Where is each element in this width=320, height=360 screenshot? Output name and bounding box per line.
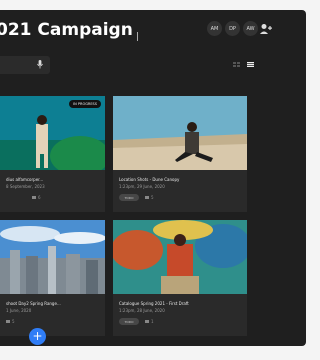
card-date: 1:23pm, 28 June, 2020: [119, 308, 165, 313]
card-title: shoot Day2 Spring Range...: [6, 301, 61, 306]
status-pill: TODO: [119, 318, 139, 325]
view-toggle: [233, 62, 254, 67]
shoot-thumbnail: [113, 220, 247, 294]
comment-icon: [145, 319, 149, 323]
shoot-card[interactable]: Catalogue Spring 2021 - First Draft 1:23…: [113, 220, 247, 336]
avatar[interactable]: DP: [225, 21, 240, 36]
comment-icon: [145, 195, 149, 199]
add-user-icon[interactable]: [259, 22, 272, 35]
comment-count: 6: [32, 195, 41, 200]
status-pill: TODO: [119, 194, 139, 201]
add-button[interactable]: +: [29, 328, 46, 345]
shoot-thumbnail: [0, 220, 105, 294]
app-window: 021 Campaign AM DP AW IN PROGRESS dius a…: [0, 10, 306, 346]
comment-count-label: 5: [151, 195, 154, 200]
shoot-thumbnail: [113, 96, 247, 170]
comment-icon: [6, 319, 10, 323]
card-date: 1:23pm, 29 June, 2020: [119, 184, 165, 189]
comment-count-label: 6: [38, 195, 41, 200]
card-title: dius alfamcorper...: [6, 177, 44, 182]
page-title: 021 Campaign: [0, 20, 133, 40]
shoot-card[interactable]: Location Shots - Dune Canopy 1:23pm, 29 …: [113, 96, 247, 212]
card-title: Catalogue Spring 2021 - First Draft: [119, 301, 189, 306]
avatar[interactable]: AW: [243, 21, 258, 36]
shoot-card[interactable]: shoot Day2 Spring Range... 1 June, 2020 …: [0, 220, 105, 336]
list-view-icon[interactable]: [247, 62, 254, 67]
comment-count-label: 5: [12, 319, 15, 324]
mic-icon[interactable]: [36, 58, 44, 71]
card-date: 1 June, 2020: [6, 308, 32, 313]
comment-icon: [32, 195, 36, 199]
comment-count-label: 1: [151, 319, 154, 324]
comment-count: 5: [6, 319, 15, 324]
text-cursor: [137, 32, 138, 41]
card-date: 8 September, 2023: [6, 184, 45, 189]
status-badge: IN PROGRESS: [69, 100, 101, 108]
comment-count: 1: [145, 319, 154, 324]
card-title: Location Shots - Dune Canopy: [119, 177, 180, 182]
comment-count: 5: [145, 195, 154, 200]
collaborator-avatars: AM DP AW: [207, 21, 258, 36]
avatar[interactable]: AM: [207, 21, 222, 36]
shoot-card[interactable]: IN PROGRESS dius alfamcorper... 8 Septem…: [0, 96, 105, 212]
grid-view-icon[interactable]: [233, 62, 240, 67]
